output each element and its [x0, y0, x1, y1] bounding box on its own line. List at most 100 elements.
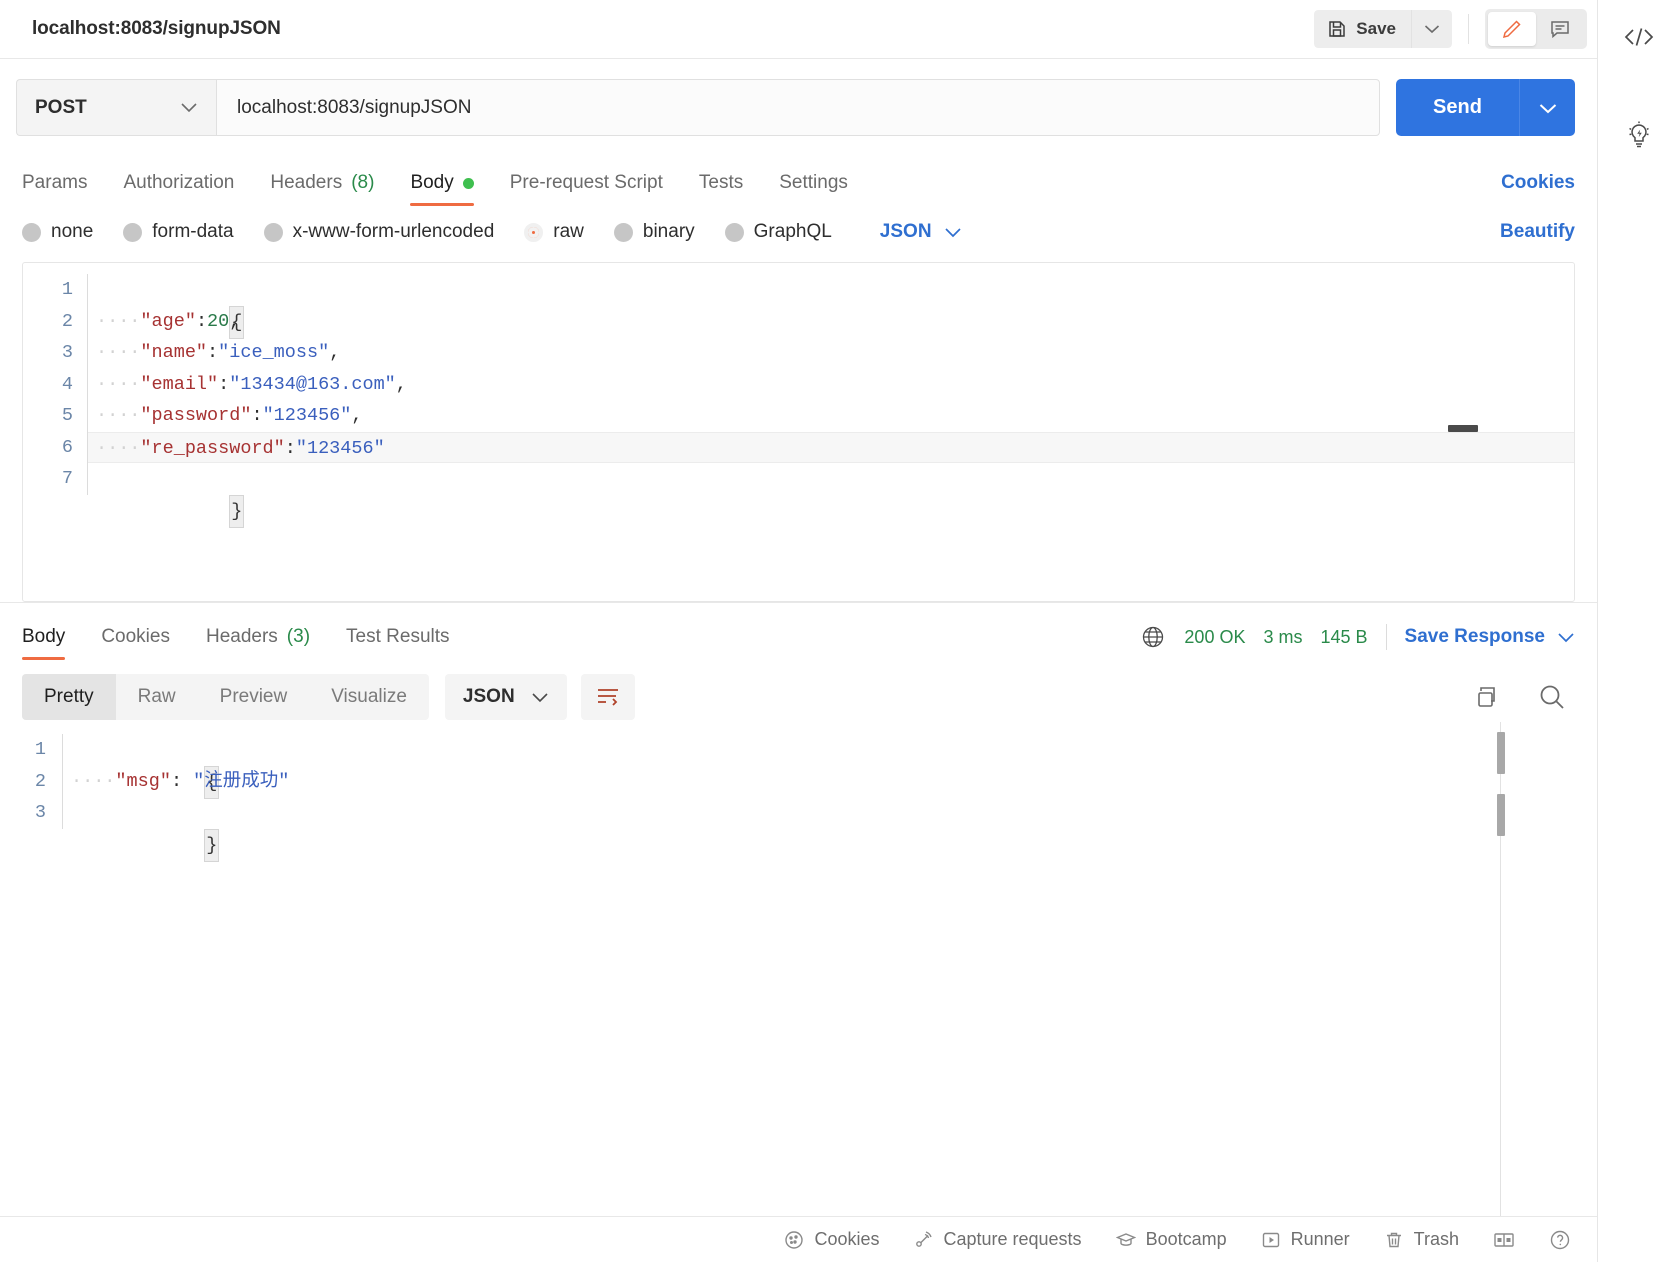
footer-trash-button[interactable]: Trash	[1384, 1229, 1459, 1250]
json-string: "ice_moss"	[218, 342, 330, 363]
line-number: 6	[61, 436, 73, 458]
view-raw-button[interactable]: Raw	[116, 674, 198, 720]
json-key: "msg"	[115, 770, 171, 792]
tab-params[interactable]: Params	[22, 172, 87, 206]
code-brackets-icon	[1622, 23, 1656, 51]
code-line-active: ····"re_password":"123456"	[88, 431, 1574, 463]
save-button[interactable]: Save	[1314, 10, 1411, 48]
right-sidebar	[1598, 0, 1679, 1262]
cookies-link[interactable]: Cookies	[1501, 172, 1575, 206]
comment-icon	[1549, 18, 1571, 40]
line-number: 4	[61, 373, 73, 395]
response-scrollbar-thumb-bottom[interactable]	[1497, 794, 1505, 836]
tab-body-label: Body	[410, 172, 454, 193]
json-key: "re_password"	[140, 437, 285, 459]
response-toolbar-actions	[1473, 682, 1575, 712]
response-code-area: 1 2 3 { ····"msg": "注册成功" }	[0, 722, 1597, 862]
close-brace: }	[204, 828, 220, 862]
graduation-cap-icon	[1115, 1230, 1136, 1250]
send-button-group: Send	[1396, 79, 1575, 136]
code-line: }	[63, 797, 1597, 862]
code-line: ····"email":"13434@163.com",	[96, 373, 407, 395]
chevron-down-icon	[1424, 24, 1440, 34]
view-visualize-button[interactable]: Visualize	[309, 674, 429, 720]
body-type-none[interactable]: none	[22, 221, 93, 243]
radio-selected-icon	[524, 222, 544, 242]
footer-bootcamp-label: Bootcamp	[1145, 1229, 1227, 1249]
tab-tests[interactable]: Tests	[699, 172, 743, 206]
send-button[interactable]: Send	[1396, 79, 1519, 136]
code-line: }	[88, 463, 1574, 528]
line-number: 3	[34, 802, 46, 823]
chevron-down-icon	[531, 692, 549, 703]
response-tab-headers[interactable]: Headers (3)	[206, 626, 310, 660]
tab-pre-request-script-label: Pre-request Script	[509, 172, 663, 193]
view-pretty-button[interactable]: Pretty	[22, 674, 116, 720]
code-line: ····"age":20,	[96, 310, 241, 332]
view-preview-button[interactable]: Preview	[198, 674, 310, 720]
save-options-button[interactable]	[1411, 10, 1452, 48]
body-type-binary[interactable]: binary	[613, 221, 695, 243]
response-tab-test-results[interactable]: Test Results	[346, 626, 449, 660]
tab-authorization[interactable]: Authorization	[123, 172, 234, 206]
response-body-viewer[interactable]: 1 2 3 { ····"msg": "注册成功" }	[0, 722, 1597, 1216]
body-type-urlencoded[interactable]: x-www-form-urlencoded	[263, 221, 494, 243]
response-tab-cookies-label: Cookies	[101, 626, 170, 647]
footer-capture-requests-button[interactable]: Capture requests	[913, 1229, 1082, 1250]
tab-pre-request-script[interactable]: Pre-request Script	[510, 172, 663, 206]
close-brace: }	[229, 494, 245, 528]
copy-icon[interactable]	[1473, 683, 1501, 711]
save-response-button[interactable]: Save Response	[1405, 626, 1575, 648]
code-snippet-button[interactable]	[1616, 14, 1662, 60]
url-input[interactable]: localhost:8083/signupJSON	[216, 79, 1380, 136]
radio-icon	[123, 222, 143, 242]
body-type-none-label: none	[51, 221, 94, 242]
tab-body[interactable]: Body	[410, 172, 475, 206]
response-format-select[interactable]: JSON	[444, 674, 567, 720]
meta-divider	[1385, 624, 1387, 650]
response-tab-test-results-label: Test Results	[346, 626, 450, 647]
response-tab-cookies[interactable]: Cookies	[101, 626, 170, 660]
code-line: {	[63, 734, 1597, 799]
word-wrap-button[interactable]	[580, 674, 635, 720]
footer-runner-button[interactable]: Runner	[1261, 1229, 1350, 1250]
chevron-down-icon	[944, 227, 962, 238]
comment-button[interactable]	[1536, 12, 1584, 46]
json-number: 20	[207, 310, 230, 332]
tab-headers[interactable]: Headers (8)	[270, 172, 374, 206]
request-body-editor[interactable]: 1 2 3 4 5 6 7 { ····"age":20, ····"name"…	[22, 262, 1575, 602]
body-format-select[interactable]: JSON	[880, 221, 962, 243]
footer-help-button[interactable]	[1549, 1229, 1571, 1251]
response-scrollbar-thumb-top[interactable]	[1497, 732, 1505, 774]
word-wrap-icon	[595, 685, 621, 709]
edit-mode-button[interactable]	[1488, 12, 1536, 46]
response-format-value: JSON	[462, 686, 515, 707]
body-type-raw[interactable]: raw	[524, 221, 584, 243]
send-options-button[interactable]	[1519, 79, 1575, 136]
request-tabs: Params Authorization Headers (8) Body Pr…	[0, 154, 1597, 206]
url-row: POST localhost:8083/signupJSON Send	[0, 59, 1597, 154]
lightbulb-bolt-icon	[1623, 119, 1655, 151]
tab-settings[interactable]: Settings	[779, 172, 848, 206]
search-icon[interactable]	[1537, 682, 1567, 712]
tab-params-label: Params	[22, 172, 88, 193]
http-method-select[interactable]: POST	[16, 79, 216, 136]
http-method-value: POST	[35, 96, 87, 118]
json-key: "name"	[140, 342, 208, 363]
footer-bootcamp-button[interactable]: Bootcamp	[1115, 1229, 1227, 1250]
body-type-graphql[interactable]: GraphQL	[724, 221, 832, 243]
body-type-form-data[interactable]: form-data	[123, 221, 234, 243]
postbot-button[interactable]	[1616, 112, 1662, 158]
beautify-button[interactable]: Beautify	[1500, 221, 1575, 243]
body-indicator-dot	[462, 177, 474, 189]
code-line: ····"name":"ice_moss",	[96, 342, 341, 363]
radio-icon	[724, 222, 744, 242]
two-pane-layout-icon	[1493, 1230, 1515, 1250]
body-type-graphql-label: GraphQL	[753, 221, 832, 242]
footer-layout-button[interactable]	[1493, 1230, 1515, 1250]
response-tab-body[interactable]: Body	[22, 626, 66, 660]
footer-cookies-button[interactable]: Cookies	[784, 1229, 879, 1250]
response-view-segmented-control: Pretty Raw Preview Visualize	[22, 674, 429, 720]
body-type-raw-label: raw	[553, 221, 584, 242]
horizontal-scrollbar-thumb[interactable]	[1448, 425, 1478, 432]
